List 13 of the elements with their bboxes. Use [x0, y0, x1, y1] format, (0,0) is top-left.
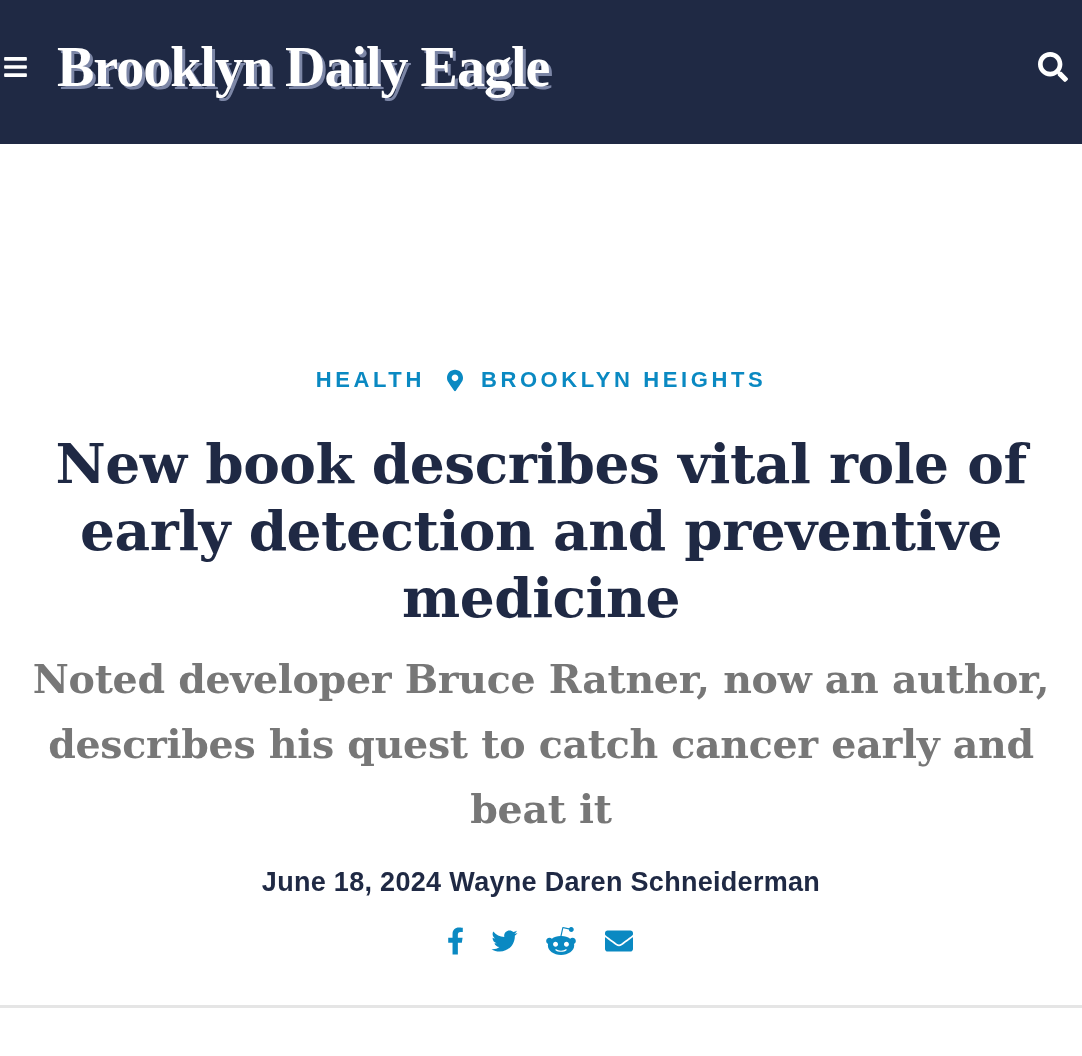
bird-icon[interactable] — [490, 928, 519, 954]
author-link[interactable]: Wayne Daren Schneiderman — [449, 867, 821, 897]
map-pin-icon — [446, 368, 463, 392]
search-icon — [1038, 52, 1068, 82]
reddit-alien-icon[interactable] — [545, 925, 577, 957]
facebook-icon[interactable] — [447, 926, 464, 956]
article-subtitle: Noted developer Bruce Ratner, now an author, describes his quest to catch cancer early and beat it — [31, 655, 1051, 834]
article-headline: New book describes vital role of early detection and preventive medicine — [20, 430, 1062, 631]
logo-wordmark[interactable]: Brooklyn Daily Eagle — [57, 35, 550, 99]
section-link[interactable]: HEALTH — [315, 366, 425, 394]
search-button[interactable] — [1038, 52, 1068, 82]
location-link[interactable]: BROOKLYN HEIGHTS — [480, 366, 767, 394]
publish-date: June 18, 2024 — [261, 867, 442, 897]
